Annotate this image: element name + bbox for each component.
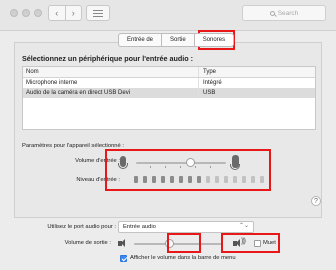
tab-input[interactable]: Entrée de [118,33,163,47]
column-header-name[interactable]: Nom [23,67,199,77]
output-volume-label: Volume de sortie : [64,240,111,246]
settings-section-label: Paramètres pour l'appareil sélectionné : [22,143,124,149]
level-bar [179,176,183,183]
level-bar [197,176,201,183]
column-header-type[interactable]: Type [199,69,216,75]
table-row[interactable]: Microphone interne Intégré [23,78,315,88]
device-name: Audio de la caméra en direct USB Devi [23,88,199,98]
device-type: USB [203,90,216,96]
level-bar [242,176,246,183]
page-title: Sélectionnez un périphérique pour l'entr… [22,54,194,63]
input-volume-track[interactable] [136,162,226,164]
level-bar [233,176,237,183]
input-volume-label: Volume d'entrée : [75,158,120,164]
level-bar [206,176,210,183]
table-header: Nom Type [23,67,315,78]
level-bar [188,176,192,183]
audio-port-label: Utilisez le port audio pour : [47,224,116,230]
speaker-high-icon [233,239,240,247]
speaker-low-icon [118,239,125,247]
question-icon: ? [314,197,318,205]
forward-button[interactable]: › [66,6,82,20]
output-volume-slider-thumb[interactable] [164,239,174,248]
mute-checkbox[interactable] [254,240,261,247]
grid-icon [93,12,103,14]
level-bar [215,176,219,183]
level-bar [251,176,255,183]
output-volume-track[interactable] [134,243,222,245]
device-table: Nom Type Microphone interne Intégré Audi… [22,66,316,130]
search-icon [269,10,275,16]
chevron-right-icon: › [71,8,75,18]
audio-port-select[interactable]: Entrée audio ⌃⌄ [118,221,254,233]
navigation-buttons: ‹ › [48,5,82,21]
window-titlebar: ‹ › Search [0,0,336,31]
chevron-left-icon: ‹ [55,8,59,18]
level-bar [161,176,165,183]
show-volume-in-menu-label: Afficher le volume dans la barre de menu [130,255,236,261]
level-bar [170,176,174,183]
input-volume-slider-thumb[interactable] [185,158,195,167]
show-all-button[interactable] [86,5,110,21]
device-name: Microphone interne [23,78,199,88]
tab-output[interactable]: Sortie [162,33,195,47]
microphone-high-icon [230,155,240,170]
help-button[interactable]: ? [311,196,321,206]
show-volume-in-menu-checkbox[interactable] [120,255,127,262]
input-level-meter [134,176,264,183]
select-arrows-icon: ⌃⌄ [238,223,249,229]
audio-port-value: Entrée audio [123,224,156,230]
close-window-button[interactable] [10,9,18,17]
level-bar [143,176,147,183]
level-bar [224,176,228,183]
tab-sound-effects[interactable]: Sonores [194,33,235,47]
zoom-window-button[interactable] [34,9,42,17]
sound-waves-icon: ))) [241,238,246,245]
minimize-window-button[interactable] [22,9,30,17]
search-field[interactable]: Search [242,5,326,21]
microphone-low-icon [118,156,128,169]
level-bar [134,176,138,183]
input-level-label: Niveau d'entrée : [76,177,120,183]
level-bar [260,176,264,183]
search-placeholder: Search [277,9,299,17]
mute-label: Muet [263,240,276,246]
back-button[interactable]: ‹ [49,6,66,20]
tab-bar: Entrée de Sortie Sonores [118,33,235,47]
table-row-selected[interactable]: Audio de la caméra en direct USB Devi US… [23,88,315,98]
device-type: Intégré [203,80,222,86]
level-bar [152,176,156,183]
